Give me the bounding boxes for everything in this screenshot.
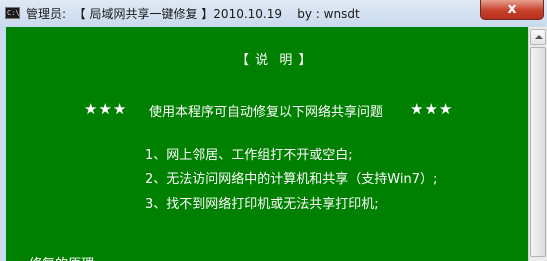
subtitle-text: 使用本程序可自动修复以下网络共享问题 bbox=[149, 105, 384, 120]
scrollbar-thumb[interactable] bbox=[530, 47, 546, 257]
list-item: 1、网上邻居、工作组打不开或空白; bbox=[145, 148, 353, 163]
scroll-up-arrow-icon[interactable] bbox=[530, 29, 546, 45]
list-item: 2、无法访问网络中的计算机和共享（支持Win7）; bbox=[145, 172, 438, 187]
vertical-scrollbar[interactable] bbox=[528, 27, 547, 261]
stars-left: ★★★ bbox=[84, 100, 128, 118]
close-icon: x bbox=[507, 1, 517, 17]
close-button[interactable]: x bbox=[480, 0, 544, 20]
section-heading: 【 说 明 】 bbox=[236, 53, 313, 68]
title-bar[interactable]: C:\ 管理员: 【 局域网共享一键修复 】2010.10.19 by : wn… bbox=[0, 0, 547, 28]
list-item: 3、找不到网络打印机或无法共享打印机; bbox=[145, 197, 379, 212]
console-window: C:\ 管理员: 【 局域网共享一键修复 】2010.10.19 by : wn… bbox=[0, 0, 547, 261]
window-title: 管理员: 【 局域网共享一键修复 】2010.10.19 by : wnsdt bbox=[26, 7, 360, 21]
stars-right: ★★★ bbox=[410, 100, 454, 118]
cmd-icon[interactable]: C:\ bbox=[5, 7, 20, 19]
console-output: 【 说 明 】 ★★★ 使用本程序可自动修复以下网络共享问题 ★★★ 1、网上邻… bbox=[6, 27, 528, 261]
truncated-line: 一 修复的原理 bbox=[12, 253, 94, 261]
